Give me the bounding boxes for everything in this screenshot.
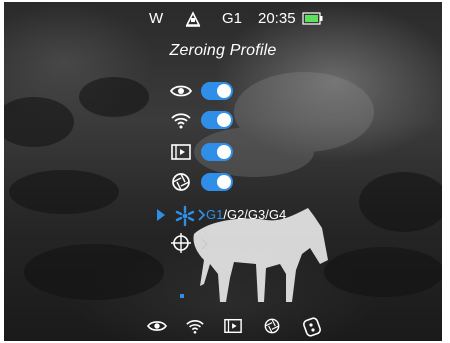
mode-indicator: W [149,10,164,27]
display-toggle[interactable] [201,82,233,100]
menu-row-reticle[interactable] [169,232,239,255]
menu-row-wifi[interactable] [169,110,239,130]
shutter-toggle[interactable] [201,173,233,191]
bottom-status-bar [4,317,442,339]
video-record-icon [222,317,244,337]
menu-title: Zeroing Profile [169,42,277,59]
wifi-icon [184,317,206,337]
page-indicator [180,294,184,298]
toggle-knob [217,145,231,159]
thermal-viewfinder: W G1 20:35 Zeroing Profile G1/G2/G3/G4 [4,2,442,341]
menu-row-recording[interactable] [169,142,239,162]
eye-icon [169,81,193,101]
chevron-right-icon [198,208,206,227]
profile-indicator: G1 [222,10,243,27]
profile-options: G1/G2/G3/G4 [206,207,286,222]
wifi-icon [169,110,193,130]
remote-icon [302,317,324,337]
video-record-icon [169,142,193,162]
toggle-knob [217,113,231,127]
crosshair-icon [169,232,193,253]
battery-icon [302,10,324,31]
zeroing-profile-selector[interactable]: G1/G2/G3/G4 [156,205,316,227]
shutter-icon [169,172,193,192]
menu-row-display[interactable] [169,81,239,101]
chevron-right-icon [201,237,209,255]
eye-icon [146,317,168,337]
status-bar: W G1 20:35 [4,10,442,28]
zeroing-profile-icon [174,205,196,232]
clock: 20:35 [258,10,296,27]
shutter-icon [262,317,284,337]
calibration-icon [184,10,204,33]
profile-others: /G2/G3/G4 [223,207,287,222]
selection-arrow-icon [156,207,166,228]
menu-row-shutter[interactable] [169,172,239,192]
wifi-toggle[interactable] [201,111,233,129]
profile-active: G1 [206,207,224,222]
toggle-knob [217,84,231,98]
toggle-knob [217,175,231,189]
recording-toggle[interactable] [201,143,233,161]
